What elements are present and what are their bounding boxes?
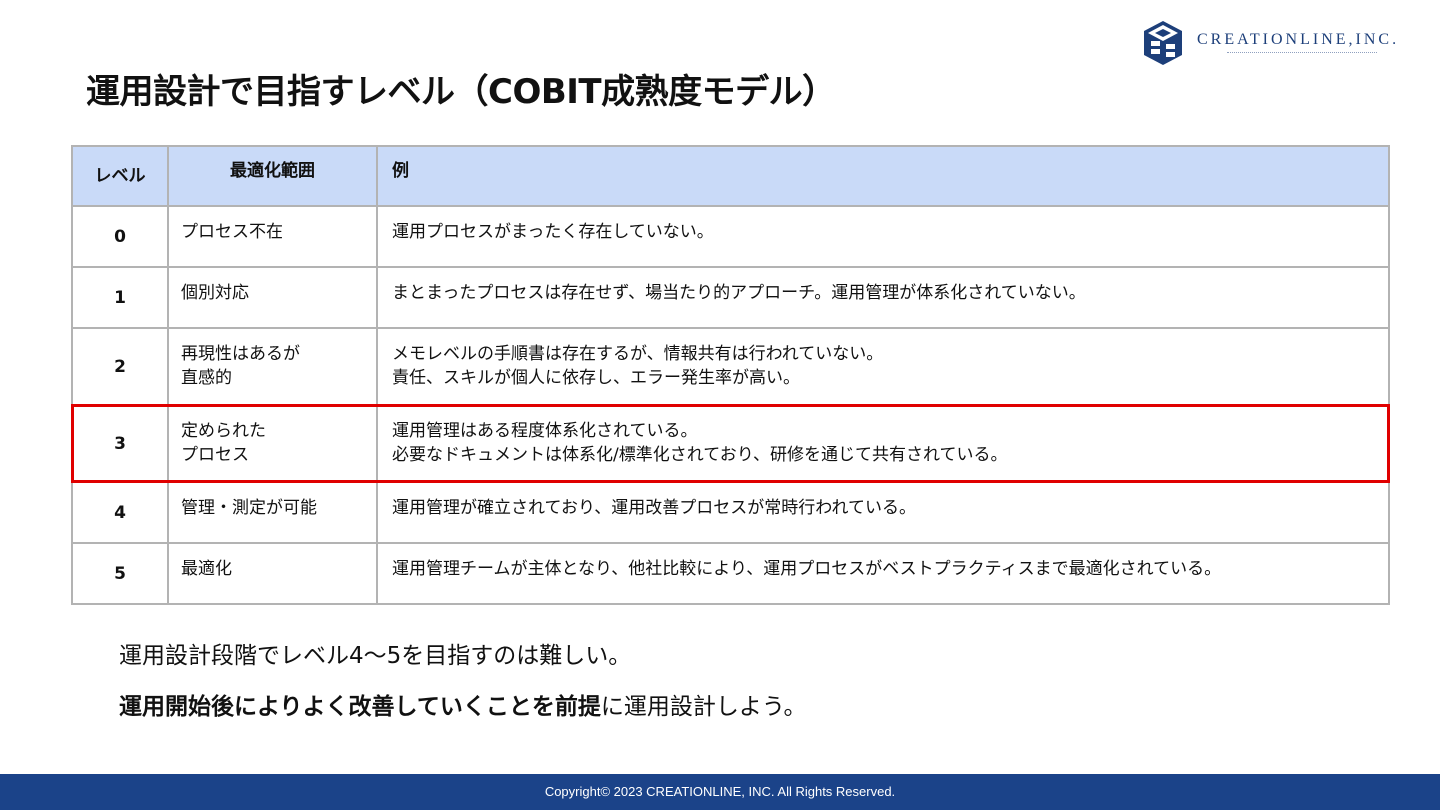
scope-cell: プロセス不在 (167, 205, 378, 268)
note-recommendation: 運用開始後によりよく改善していくことを前提に運用設計しよう。 (119, 687, 806, 721)
example-cell: 運用管理が確立されており、運用改善プロセスが常時行われている。 (376, 481, 1390, 544)
table-row: 2 再現性はあるが 直感的 メモレベルの手順書は存在するが、情報共有は行われていない… (71, 327, 1390, 406)
example-cell: 運用プロセスがまったく存在していない。 (376, 205, 1390, 268)
example-cell: メモレベルの手順書は存在するが、情報共有は行われていない。 責任、スキルが個人に… (376, 327, 1390, 406)
level-cell: 0 (71, 205, 169, 268)
example-cell: 運用管理チームが主体となり、他社比較により、運用プロセスがベストプラクティスまで… (376, 542, 1390, 605)
level-cell: 5 (71, 542, 169, 605)
table-row: 4 管理・測定が可能 運用管理が確立されており、運用改善プロセスが常時行われている。 (71, 481, 1390, 544)
header-example: 例 (376, 145, 1390, 207)
scope-cell: 最適化 (167, 542, 378, 605)
table-row-highlighted: 3 定められた プロセス 運用管理はある程度体系化されている。 必要なドキュメントは… (71, 404, 1390, 483)
table-row: 1 個別対応 まとまったプロセスは存在せず、場当たり的アプローチ。運用管理が体系化さ… (71, 266, 1390, 329)
header-level: レベル (71, 145, 169, 207)
cube-logo-icon (1143, 20, 1183, 66)
scope-cell: 再現性はあるが 直感的 (167, 327, 378, 406)
slide: CREATIONLINE,INC. 運用設計で目指すレベル（COBIT成熟度モデ… (0, 0, 1440, 810)
example-cell: まとまったプロセスは存在せず、場当たり的アプローチ。運用管理が体系化されていない… (376, 266, 1390, 329)
note-recommendation-rest: に運用設計しよう。 (600, 694, 807, 720)
logo-wordmark: CREATIONLINE,INC. (1197, 30, 1400, 48)
level-cell: 2 (71, 327, 169, 406)
scope-cell: 個別対応 (167, 266, 378, 329)
scope-cell: 管理・測定が可能 (167, 481, 378, 544)
table-row: 0 プロセス不在 運用プロセスがまったく存在していない。 (71, 205, 1390, 268)
table-row: 5 最適化 運用管理チームが主体となり、他社比較により、運用プロセスがベストプラクテ… (71, 542, 1390, 605)
maturity-level-table: レベル 最適化範囲 例 0 プロセス不在 運用プロセスがまったく存在していない。 1 個… (71, 145, 1390, 605)
company-logo: CREATIONLINE,INC. (1143, 20, 1399, 66)
footer-bar: Copyright© 2023 CREATIONLINE, INC. All R… (0, 774, 1440, 810)
note-difficulty: 運用設計段階でレベル4～5を目指すのは難しい。 (119, 643, 632, 669)
level-cell: 3 (71, 404, 169, 483)
example-cell: 運用管理はある程度体系化されている。 必要なドキュメントは体系化/標準化されてお… (376, 404, 1390, 483)
note-recommendation-emphasis: 運用開始後によりよく改善していくことを前提 (119, 694, 601, 720)
scope-cell: 定められた プロセス (167, 404, 378, 483)
level-cell: 4 (71, 481, 169, 544)
copyright-text: Copyright© 2023 CREATIONLINE, INC. All R… (544, 784, 896, 799)
level-cell: 1 (71, 266, 169, 329)
table-header-row: レベル 最適化範囲 例 (71, 145, 1390, 207)
table-body: 0 プロセス不在 運用プロセスがまったく存在していない。 1 個別対応 まとまったプロセス… (71, 205, 1390, 605)
page-title: 運用設計で目指すレベル（COBIT成熟度モデル） (86, 72, 836, 112)
logo-tagline-rule (1227, 51, 1377, 55)
header-scope: 最適化範囲 (167, 145, 378, 207)
